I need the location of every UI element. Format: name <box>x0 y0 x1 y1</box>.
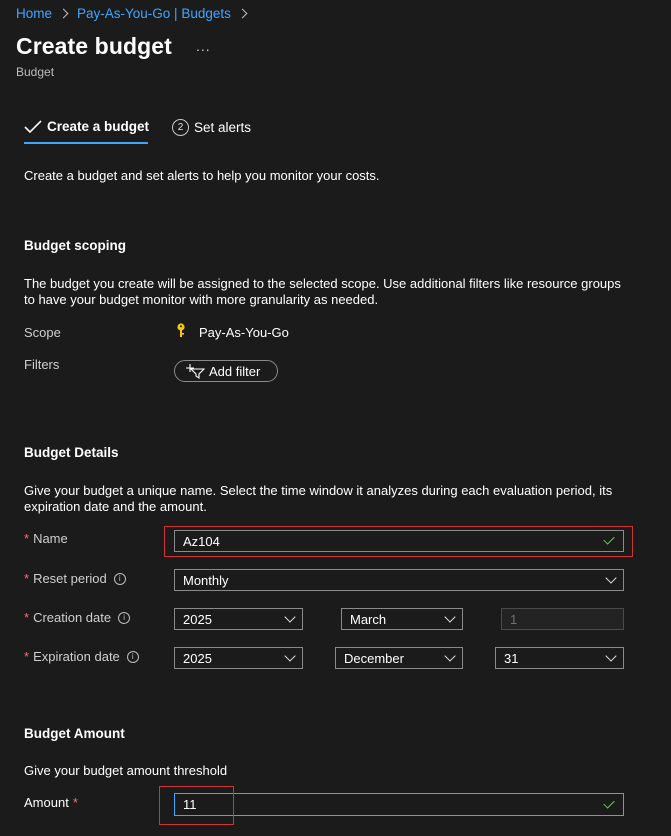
breadcrumb-home-link[interactable]: Home <box>16 6 52 21</box>
required-asterisk: * <box>24 649 30 664</box>
active-tab-indicator <box>24 142 148 144</box>
add-filter-button[interactable]: Add filter <box>174 360 278 382</box>
required-asterisk: * <box>72 795 78 810</box>
info-icon[interactable]: i <box>113 572 126 585</box>
expiration-month-dropdown[interactable]: December <box>335 647 463 669</box>
budget-scoping-description: The budget you create will be assigned t… <box>24 276 621 307</box>
filter-add-icon <box>186 364 205 379</box>
expiration-day-value: 31 <box>504 650 519 666</box>
tab-label: Create a budget <box>47 119 150 134</box>
filters-label: Filters <box>24 357 60 372</box>
required-asterisk: * <box>24 571 30 586</box>
name-input-value: Az104 <box>183 533 220 549</box>
reset-period-dropdown[interactable]: Monthly <box>174 569 624 591</box>
key-icon <box>176 323 186 341</box>
info-icon[interactable]: i <box>118 611 131 624</box>
page-subtitle: Budget <box>16 65 55 79</box>
budget-details-description: Give your budget a unique name. Select t… <box>24 483 613 514</box>
creation-date-label-text: Creation date <box>33 610 112 625</box>
name-input[interactable]: Az104 <box>174 530 624 552</box>
chevron-down-icon <box>284 650 296 662</box>
creation-day-value: 1 <box>510 611 518 627</box>
reset-period-label-text: Reset period <box>33 571 107 586</box>
tab-label: Set alerts <box>194 120 252 135</box>
breadcrumb: Home Pay-As-You-Go | Budgets <box>16 6 256 21</box>
chevron-right-icon <box>237 8 248 19</box>
highlight-box-amount <box>159 786 234 825</box>
name-label: * Name <box>24 531 68 546</box>
scope-label: Scope <box>24 325 61 340</box>
name-label-text: Name <box>33 531 68 546</box>
expiration-date-label: * Expiration date i <box>24 649 139 664</box>
tab-set-alerts[interactable]: 2 Set alerts <box>172 119 251 136</box>
chevron-down-icon <box>284 611 296 623</box>
chevron-down-icon <box>444 611 456 623</box>
amount-label: Amount * <box>24 795 82 810</box>
checkmark-icon <box>24 119 42 133</box>
chevron-down-icon <box>444 650 456 662</box>
step-number-badge: 2 <box>172 119 189 136</box>
expiration-date-label-text: Expiration date <box>33 649 120 664</box>
expiration-day-dropdown[interactable]: 31 <box>495 647 624 669</box>
budget-scoping-heading: Budget scoping <box>24 238 126 253</box>
page-title: Create budget <box>16 33 172 59</box>
creation-month-value: March <box>350 611 387 627</box>
add-filter-label: Add filter <box>209 363 261 379</box>
info-icon[interactable]: i <box>126 650 139 663</box>
budget-amount-heading: Budget Amount <box>24 726 125 741</box>
tab-create-budget[interactable]: Create a budget <box>24 119 149 134</box>
creation-month-dropdown[interactable]: March <box>341 608 463 630</box>
budget-amount-description: Give your budget amount threshold <box>24 763 228 778</box>
chevron-down-icon <box>605 650 617 662</box>
creation-day-field: 1 <box>501 608 624 630</box>
required-asterisk: * <box>24 610 30 625</box>
amount-input-value: 11 <box>183 797 197 812</box>
expiration-year-value: 2025 <box>183 650 212 666</box>
reset-period-label: * Reset period i <box>24 571 126 586</box>
chevron-down-icon <box>605 572 617 584</box>
creation-year-dropdown[interactable]: 2025 <box>174 608 303 630</box>
required-asterisk: * <box>24 531 30 546</box>
scope-value[interactable]: Pay-As-You-Go <box>199 325 289 340</box>
breadcrumb-budgets-link[interactable]: Pay-As-You-Go | Budgets <box>77 6 231 21</box>
reset-period-value: Monthly <box>183 572 229 588</box>
intro-text: Create a budget and set alerts to help y… <box>24 168 380 183</box>
more-options-button[interactable]: ... <box>196 38 211 54</box>
budget-details-heading: Budget Details <box>24 445 119 460</box>
expiration-month-value: December <box>344 650 404 666</box>
creation-year-value: 2025 <box>183 611 212 627</box>
amount-input[interactable]: 11 <box>174 793 624 816</box>
expiration-year-dropdown[interactable]: 2025 <box>174 647 303 669</box>
chevron-right-icon <box>58 8 69 19</box>
amount-label-text: Amount <box>24 795 69 810</box>
creation-date-label: * Creation date i <box>24 610 131 625</box>
